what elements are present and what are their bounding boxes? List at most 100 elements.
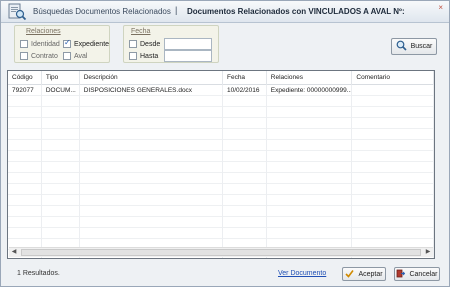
results-grid: Código Tipo Descripción Fecha Relaciones… <box>7 70 435 259</box>
empty-cell <box>42 140 80 151</box>
empty-cell <box>223 96 267 107</box>
aceptar-button[interactable]: Aceptar <box>342 267 386 281</box>
empty-cell <box>267 151 353 162</box>
empty-row <box>8 162 434 173</box>
expediente-checkbox-box[interactable] <box>63 38 71 48</box>
empty-cell <box>8 228 42 239</box>
empty-cell <box>223 217 267 228</box>
empty-cell <box>80 184 223 195</box>
empty-cell <box>267 129 353 140</box>
grid-rows: 792077 DOCUM... DISPOSICIONES GENERALES.… <box>8 85 434 258</box>
cell-descripcion: DISPOSICIONES GENERALES.docx <box>80 85 223 96</box>
empty-cell <box>80 96 223 107</box>
empty-cell <box>352 151 434 162</box>
column-header-descripcion[interactable]: Descripción <box>80 71 223 85</box>
empty-cell <box>352 96 434 107</box>
empty-cell <box>8 151 42 162</box>
empty-cell <box>267 184 353 195</box>
desde-checkbox-box[interactable] <box>129 40 137 48</box>
hasta-date-input[interactable] <box>164 50 212 62</box>
empty-cell <box>223 173 267 184</box>
empty-cell <box>267 206 353 217</box>
empty-row <box>8 173 434 184</box>
empty-cell <box>223 118 267 129</box>
scrollbar-thumb[interactable] <box>21 249 421 256</box>
column-header-comentario[interactable]: Comentario <box>352 71 434 85</box>
magnifier-icon <box>396 40 407 53</box>
empty-row <box>8 217 434 228</box>
cancelar-button[interactable]: Cancelar <box>394 267 440 281</box>
empty-row <box>8 118 434 129</box>
identidad-checkbox[interactable]: Identidad <box>20 40 60 48</box>
fecha-legend: Fecha <box>131 28 151 35</box>
empty-row <box>8 96 434 107</box>
desde-label: Desde <box>140 40 161 48</box>
desde-checkbox[interactable]: Desde <box>129 40 160 48</box>
identidad-checkbox-box[interactable] <box>20 40 28 48</box>
empty-cell <box>8 118 42 129</box>
empty-cell <box>80 129 223 140</box>
empty-row <box>8 228 434 239</box>
empty-cell <box>42 129 80 140</box>
contrato-checkbox-box[interactable] <box>20 52 28 60</box>
hasta-checkbox[interactable]: Hasta <box>129 52 158 60</box>
buscar-label: Buscar <box>410 43 433 50</box>
empty-cell <box>8 96 42 107</box>
scroll-right-icon[interactable]: ▶ <box>423 248 433 257</box>
aval-checkbox-box[interactable] <box>63 52 71 60</box>
ver-documento-link[interactable]: Ver Documento <box>278 270 326 277</box>
empty-cell <box>42 118 80 129</box>
empty-cell <box>267 118 353 129</box>
empty-cell <box>352 129 434 140</box>
empty-cell <box>8 162 42 173</box>
scroll-left-icon[interactable]: ◀ <box>9 248 19 257</box>
close-icon[interactable]: × <box>438 3 443 12</box>
buscar-button[interactable]: Buscar <box>391 38 437 55</box>
empty-cell <box>80 206 223 217</box>
empty-cell <box>80 217 223 228</box>
empty-cell <box>223 184 267 195</box>
horizontal-scrollbar[interactable]: ◀ ▶ <box>9 247 433 257</box>
empty-row <box>8 140 434 151</box>
expediente-checkbox[interactable]: Expediente <box>63 38 109 48</box>
empty-cell <box>352 184 434 195</box>
empty-cell <box>223 195 267 206</box>
column-header-codigo[interactable]: Código <box>8 71 42 85</box>
empty-cell <box>267 217 353 228</box>
empty-cell <box>223 107 267 118</box>
empty-cell <box>223 228 267 239</box>
column-header-relaciones[interactable]: Relaciones <box>267 71 353 85</box>
desde-date-input[interactable] <box>164 38 212 50</box>
cell-comentario <box>352 85 434 96</box>
empty-cell <box>352 118 434 129</box>
empty-cell <box>42 107 80 118</box>
grid-header: Código Tipo Descripción Fecha Relaciones… <box>8 71 434 85</box>
empty-cell <box>8 173 42 184</box>
empty-cell <box>42 217 80 228</box>
hasta-label: Hasta <box>140 52 159 60</box>
identidad-label: Identidad <box>31 40 60 48</box>
empty-cell <box>223 129 267 140</box>
empty-cell <box>267 140 353 151</box>
window-subtitle: Documentos Relacionados con VINCULADOS A… <box>187 7 405 16</box>
empty-cell <box>267 173 353 184</box>
cell-fecha: 10/02/2016 <box>223 85 267 96</box>
empty-row <box>8 184 434 195</box>
empty-row <box>8 195 434 206</box>
relaciones-group: Relaciones Identidad Expediente Contrato… <box>14 25 110 63</box>
empty-row <box>8 107 434 118</box>
results-count: 1 Resultados. <box>17 270 60 277</box>
column-header-tipo[interactable]: Tipo <box>42 71 80 85</box>
empty-cell <box>352 228 434 239</box>
aval-checkbox[interactable]: Aval <box>63 52 88 60</box>
column-header-fecha[interactable]: Fecha <box>223 71 267 85</box>
table-row[interactable]: 792077 DOCUM... DISPOSICIONES GENERALES.… <box>8 85 434 96</box>
empty-cell <box>80 228 223 239</box>
contrato-checkbox[interactable]: Contrato <box>20 52 58 60</box>
hasta-checkbox-box[interactable] <box>129 52 137 60</box>
contrato-label: Contrato <box>31 52 58 60</box>
empty-cell <box>42 195 80 206</box>
relaciones-legend: Relaciones <box>26 28 61 35</box>
empty-cell <box>8 217 42 228</box>
empty-cell <box>42 228 80 239</box>
